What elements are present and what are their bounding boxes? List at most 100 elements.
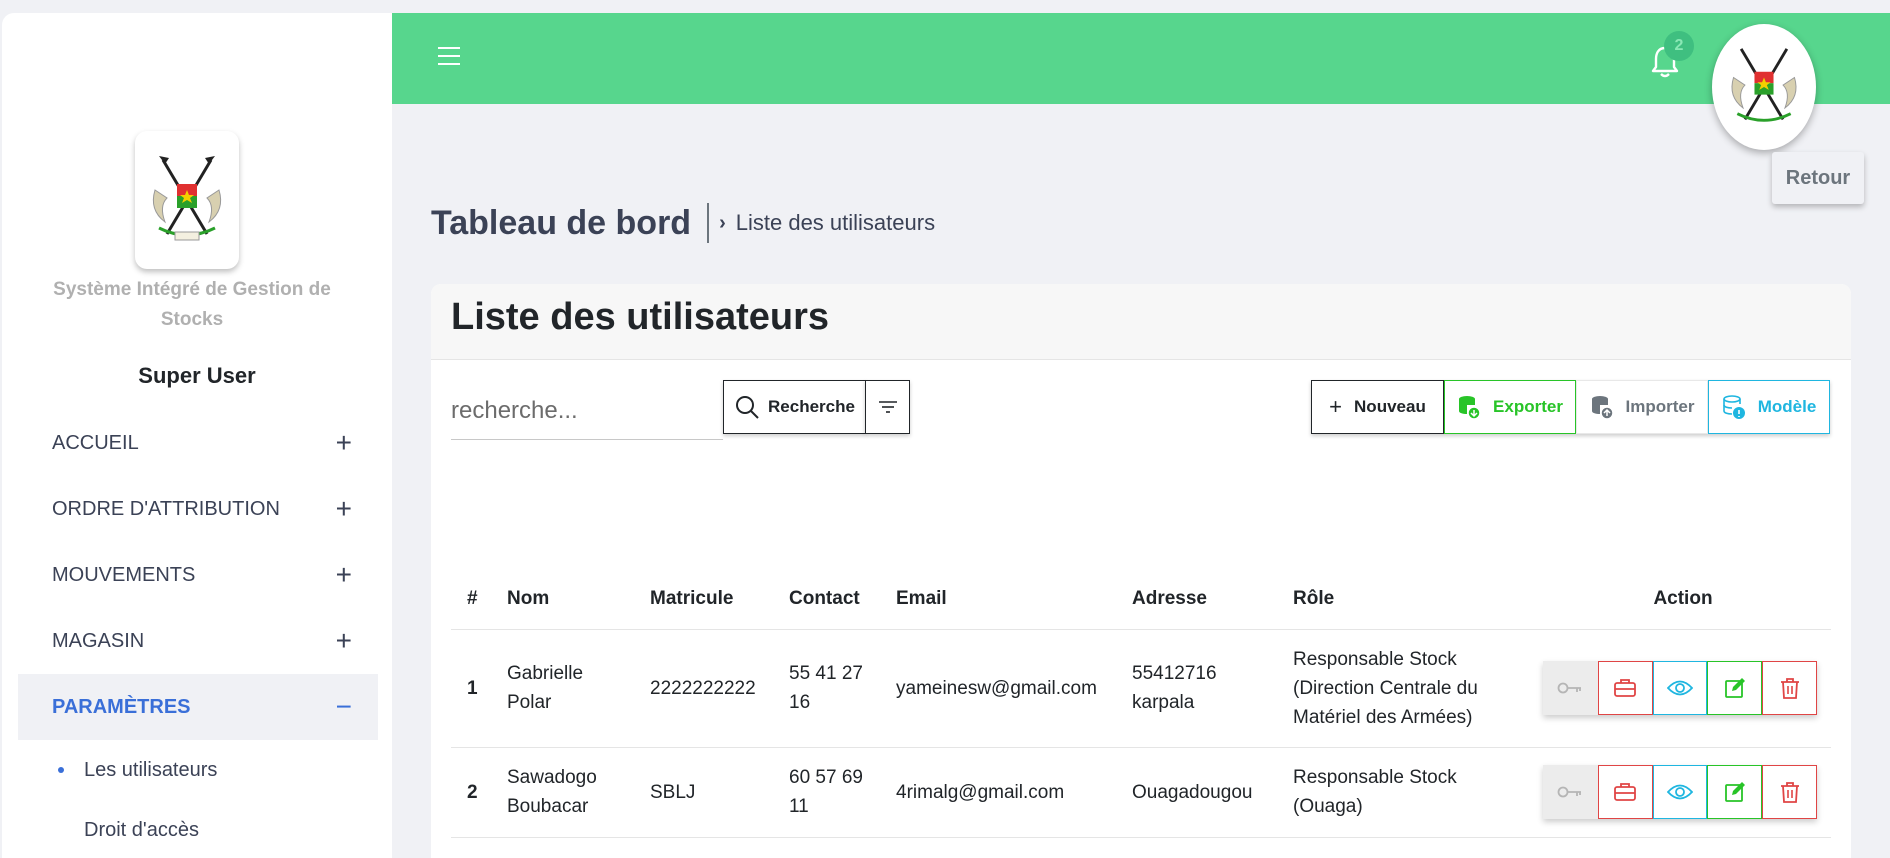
edit-button[interactable]: [1707, 661, 1763, 715]
new-button[interactable]: + Nouveau: [1311, 380, 1444, 434]
row-action-group: [1543, 765, 1817, 819]
breadcrumb: Tableau de bord › Liste des utilisateurs: [431, 202, 935, 244]
menu-item-mouvements[interactable]: MOUVEMENTS +: [18, 542, 378, 608]
app-name: Système Intégré de Gestion de Stocks: [53, 279, 331, 330]
row-actions: [1527, 747, 1831, 838]
key-icon: [1557, 682, 1582, 694]
edit-icon: [1724, 782, 1745, 802]
col-header-adresse: Adresse: [1116, 569, 1277, 630]
briefcase-icon: [1614, 679, 1637, 697]
table-row: 1 Gabrielle Polar 2222222222 55 41 27 16…: [451, 629, 1831, 748]
row-email: 4rimalg@gmail.com: [880, 747, 1116, 838]
menu-item-label: MOUVEMENTS: [52, 563, 196, 586]
menu-item-magasin[interactable]: MAGASIN +: [18, 608, 378, 674]
trash-icon: [1780, 678, 1799, 699]
filter-icon: [878, 401, 897, 413]
col-header-role: Rôle: [1277, 569, 1527, 630]
key-icon: [1557, 786, 1582, 798]
template-button[interactable]: Modèle: [1708, 380, 1830, 434]
edit-icon: [1724, 678, 1745, 698]
submenu-item-label: Droit d'accès: [84, 818, 199, 841]
page-title: Liste des utilisateurs: [451, 296, 830, 338]
collapse-icon: −: [335, 691, 352, 722]
submenu-item-label: Les utilisateurs: [84, 758, 218, 781]
assign-button[interactable]: [1597, 765, 1653, 819]
view-button[interactable]: [1652, 765, 1708, 819]
sidebar: Système Intégré de Gestion de Stocks Sup…: [2, 13, 392, 858]
submenu-item-droit-acces[interactable]: Droit d'accès: [18, 800, 378, 858]
col-header-index: #: [451, 569, 491, 630]
sidebar-menu: ACCUEIL + ORDRE D'ATTRIBUTION + MOUVEMEN…: [18, 410, 378, 858]
active-dot-icon: [58, 767, 64, 773]
reset-password-button[interactable]: [1543, 765, 1598, 819]
col-header-email: Email: [880, 569, 1116, 630]
delete-button[interactable]: [1762, 661, 1817, 715]
card-header: Liste des utilisateurs: [431, 284, 1851, 360]
search-icon: [736, 396, 759, 419]
col-header-action: Action: [1527, 569, 1831, 630]
filter-button[interactable]: [865, 380, 910, 434]
breadcrumb-divider: [707, 203, 710, 243]
search-input[interactable]: [451, 382, 723, 440]
expand-icon: +: [335, 493, 352, 524]
eye-icon: [1666, 784, 1693, 800]
row-matricule: 2222222222: [634, 629, 773, 748]
menu-item-label: PARAMÈTRES: [52, 695, 191, 718]
assign-button[interactable]: [1597, 661, 1653, 715]
toolbar-button-group: + Nouveau Exporter Importer Modèle: [1311, 380, 1830, 434]
database-template-icon: [1722, 395, 1745, 419]
delete-button[interactable]: [1762, 765, 1817, 819]
database-export-icon: [1459, 396, 1481, 420]
row-nom: Gabrielle Polar: [491, 629, 634, 748]
export-button-label: Exporter: [1493, 397, 1563, 416]
chevron-right-icon: ›: [719, 211, 726, 234]
row-index: 1: [451, 629, 491, 748]
breadcrumb-root[interactable]: Tableau de bord: [431, 204, 691, 243]
new-button-label: Nouveau: [1354, 397, 1426, 416]
table-row: 2 Sawadogo Boubacar SBLJ 60 57 69 11 4ri…: [451, 747, 1831, 838]
row-actions: [1527, 629, 1831, 748]
reset-password-button[interactable]: [1543, 661, 1598, 715]
menu-item-label: ACCUEIL: [52, 431, 139, 454]
user-avatar[interactable]: [1712, 24, 1816, 150]
import-button-label: Importer: [1625, 397, 1695, 416]
briefcase-icon: [1614, 783, 1637, 801]
menu-item-label: ORDRE D'ATTRIBUTION: [52, 497, 280, 520]
coat-of-arms-logo: [135, 131, 239, 269]
trash-icon: [1780, 782, 1799, 803]
row-contact: 55 41 27 16: [773, 629, 880, 748]
col-header-contact: Contact: [773, 569, 880, 630]
submenu-item-utilisateurs[interactable]: Les utilisateurs: [18, 740, 378, 800]
menu-item-ordre-attribution[interactable]: ORDRE D'ATTRIBUTION +: [18, 476, 378, 542]
row-adresse: Ouagadougou: [1116, 747, 1277, 838]
eye-icon: [1666, 680, 1693, 696]
row-adresse: 55412716 karpala: [1116, 629, 1277, 748]
row-nom: Sawadogo Boubacar: [491, 747, 634, 838]
menu-item-parametres[interactable]: PARAMÈTRES −: [18, 674, 378, 740]
notification-count-badge: 2: [1664, 31, 1694, 61]
plus-icon: +: [1329, 394, 1343, 419]
top-bar: 2: [392, 13, 1890, 104]
expand-icon: +: [335, 625, 352, 656]
search-button[interactable]: Recherche: [723, 380, 866, 434]
row-role: Responsable Stock (Direction Centrale du…: [1277, 629, 1527, 748]
row-action-group: [1543, 661, 1817, 715]
export-button[interactable]: Exporter: [1444, 380, 1576, 434]
row-contact: 60 57 69 11: [773, 747, 880, 838]
search-button-label: Recherche: [768, 397, 855, 416]
import-button[interactable]: Importer: [1576, 380, 1708, 434]
expand-icon: +: [335, 427, 352, 458]
template-button-label: Modèle: [1757, 397, 1817, 416]
breadcrumb-current: Liste des utilisateurs: [735, 210, 936, 235]
row-matricule: SBLJ: [634, 747, 773, 838]
edit-button[interactable]: [1707, 765, 1763, 819]
menu-item-label: MAGASIN: [52, 629, 145, 652]
back-button[interactable]: Retour: [1772, 152, 1864, 204]
menu-item-accueil[interactable]: ACCUEIL +: [18, 410, 378, 476]
view-button[interactable]: [1652, 661, 1708, 715]
users-card: Liste des utilisateurs Recherche + Nouve…: [431, 284, 1851, 858]
row-index: 2: [451, 747, 491, 838]
hamburger-menu-icon[interactable]: [438, 47, 460, 67]
current-user-name: Super User: [138, 363, 256, 388]
col-header-matricule: Matricule: [634, 569, 773, 630]
